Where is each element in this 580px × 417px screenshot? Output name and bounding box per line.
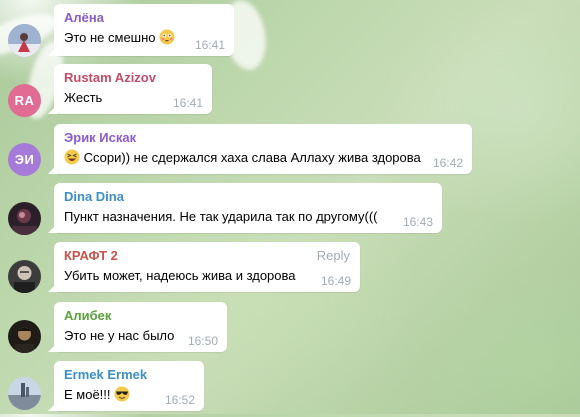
- sender-name[interactable]: Эрик Искак: [64, 130, 462, 146]
- sender-name[interactable]: КРАФТ 2: [64, 248, 350, 264]
- message-time: 16:43: [402, 215, 433, 229]
- message-text: Ссори)) не сдержался хаха слава Аллаху ж…: [64, 149, 462, 166]
- avatar[interactable]: RA: [8, 84, 41, 117]
- avatar-initials: RA: [14, 93, 35, 108]
- sender-name[interactable]: Dina Dina: [64, 189, 432, 205]
- reply-button[interactable]: Reply: [317, 248, 350, 263]
- avatar-photo-icon: [8, 24, 41, 57]
- sender-name[interactable]: Rustam Azizov: [64, 70, 202, 86]
- message-bubble[interactable]: Эрик Искак Ссори)) не сдержался хаха сла…: [54, 124, 472, 174]
- message-time: 16:52: [164, 393, 195, 407]
- message-time: 16:50: [187, 334, 218, 348]
- avatar[interactable]: [8, 260, 41, 293]
- sunglasses-face-icon: [114, 386, 130, 402]
- avatar[interactable]: [8, 24, 41, 57]
- avatar[interactable]: [8, 377, 41, 410]
- message-text-content: Е моё!!!: [64, 387, 111, 402]
- avatar[interactable]: ЭИ: [8, 143, 41, 176]
- sender-name[interactable]: Ermek Ermek: [64, 367, 194, 383]
- sender-name[interactable]: Алёна: [64, 10, 224, 26]
- message-text: Пункт назначения. Не так ударила так по …: [64, 209, 378, 224]
- message-bubble[interactable]: Dina Dina Пункт назначения. Не так удари…: [54, 183, 442, 233]
- avatar-photo-icon: [8, 202, 41, 235]
- message-bubble[interactable]: Ermek Ermek Е моё!!! 16:52: [54, 361, 204, 411]
- message-bubble[interactable]: Алибек Это не у нас было 16:50: [54, 302, 227, 352]
- message-bubble[interactable]: Алёна Это не смешно 16:41: [54, 4, 234, 56]
- message-text-content: Ссори)) не сдержался хаха слава Аллаху ж…: [83, 150, 421, 165]
- message-time: 16:41: [172, 96, 203, 110]
- message-bubble[interactable]: КРАФТ 2 Reply Убить может, надеюсь жива …: [54, 242, 360, 292]
- avatar-photo-icon: [8, 377, 41, 410]
- message-bubble[interactable]: Rustam Azizov Жесть 16:41: [54, 64, 212, 114]
- avatar[interactable]: [8, 320, 41, 353]
- avatar-initials: ЭИ: [14, 152, 35, 167]
- message-time: 16:49: [320, 274, 351, 288]
- avatar-photo-icon: [8, 320, 41, 353]
- sender-name[interactable]: Алибек: [64, 308, 217, 324]
- avatar[interactable]: [8, 202, 41, 235]
- message-time: 16:41: [194, 38, 225, 52]
- message-text: Убить может, надеюсь жива и здорова: [64, 268, 296, 283]
- grinning-squint-face-icon: [64, 149, 80, 165]
- avatar-photo-icon: [8, 260, 41, 293]
- message-text-content: Это не смешно: [64, 30, 156, 45]
- flushed-face-icon: [159, 29, 175, 45]
- message-time: 16:42: [432, 156, 463, 170]
